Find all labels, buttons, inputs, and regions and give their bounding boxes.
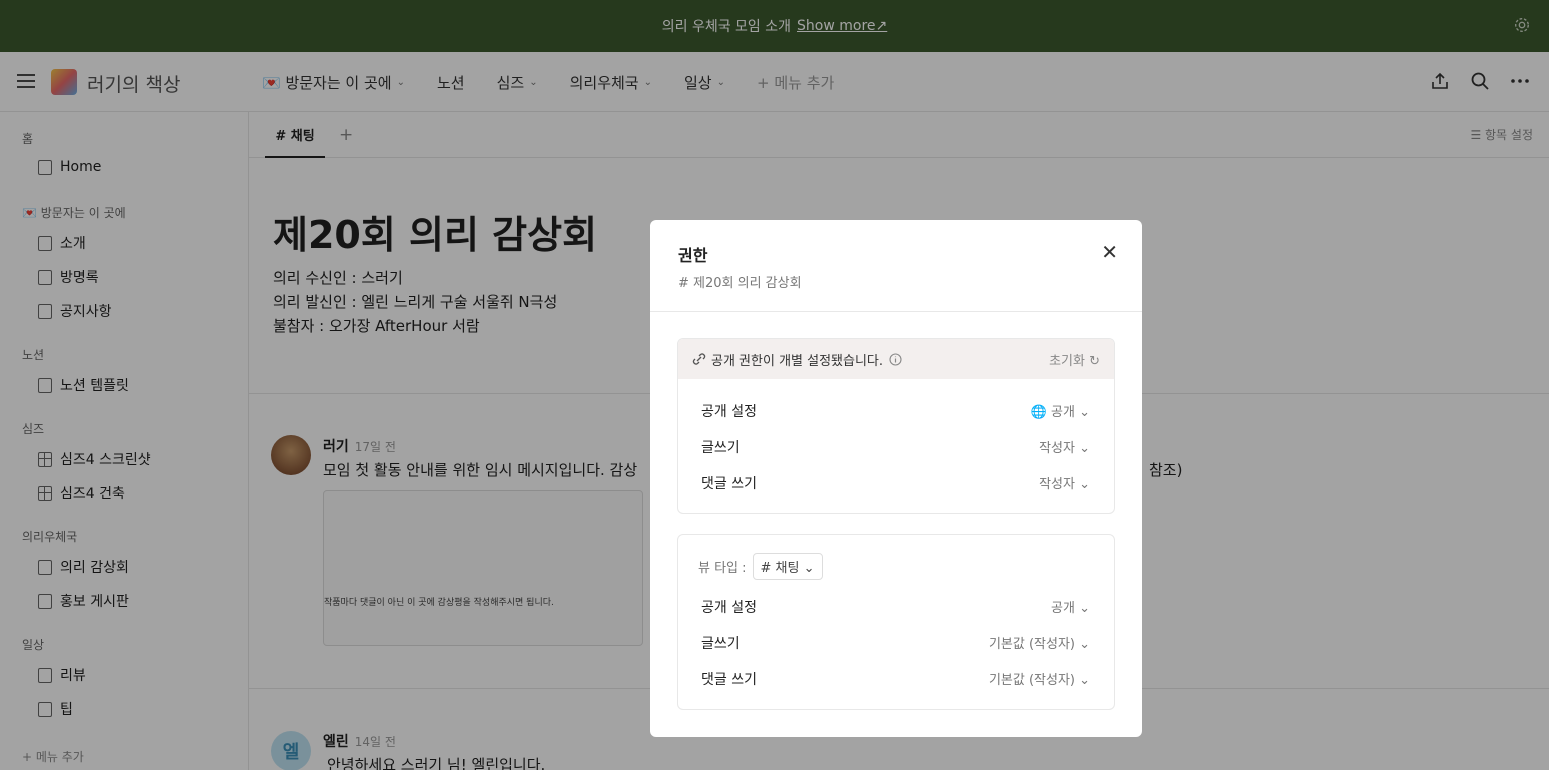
write-permission-select[interactable]: 기본값 (작성자) ⌄ [989, 633, 1090, 653]
view-type-row: 뷰 타입 : # 채팅 ⌄ [698, 553, 823, 580]
reset-label: 초기화 [1049, 353, 1085, 369]
refresh-icon: ↻ [1089, 353, 1100, 369]
override-notice: 공개 권한이 개별 설정됐습니다. 초기화 ↻ [678, 339, 1114, 379]
modal-subtitle: # 제20회 의리 감상회 [678, 276, 802, 291]
view-type-label: 뷰 타입 : [698, 561, 747, 576]
visibility-select[interactable]: 🌐 공개 ⌄ [1031, 401, 1090, 421]
setting-label: 댓글 쓰기 [701, 476, 757, 492]
setting-row-comment: 댓글 쓰기 기본값 (작성자) ⌄ [701, 669, 1090, 689]
divider [650, 311, 1142, 312]
setting-row-write: 글쓰기 작성자 ⌄ [701, 437, 1090, 457]
setting-row-visibility: 공개 설정 공개 ⌄ [701, 597, 1090, 617]
setting-label: 글쓰기 [701, 440, 740, 456]
setting-row-visibility: 공개 설정 🌐 공개 ⌄ [701, 401, 1090, 421]
setting-label: 공개 설정 [701, 600, 757, 616]
setting-label: 댓글 쓰기 [701, 672, 757, 688]
write-permission-select[interactable]: 작성자 ⌄ [1039, 437, 1090, 457]
comment-permission-select[interactable]: 기본값 (작성자) ⌄ [989, 669, 1090, 689]
setting-row-comment: 댓글 쓰기 작성자 ⌄ [701, 473, 1090, 493]
view-type-select[interactable]: # 채팅 ⌄ [752, 553, 823, 580]
visibility-select[interactable]: 공개 ⌄ [1051, 597, 1090, 617]
modal-title: 권한 [678, 246, 708, 265]
comment-permission-select[interactable]: 작성자 ⌄ [1039, 473, 1090, 493]
permission-override-box: 공개 권한이 개별 설정됐습니다. 초기화 ↻ 공개 설정 🌐 공개 ⌄ 글쓰기 작… [677, 338, 1115, 514]
setting-label: 공개 설정 [701, 404, 757, 420]
unlink-icon [692, 353, 706, 365]
setting-row-write: 글쓰기 기본값 (작성자) ⌄ [701, 633, 1090, 653]
close-icon[interactable]: ✕ [1101, 240, 1118, 264]
setting-label: 글쓰기 [701, 636, 740, 652]
reset-button[interactable]: 초기화 ↻ [1049, 350, 1100, 369]
permissions-modal: 권한 # 제20회 의리 감상회 ✕ 공개 권한이 개별 설정됐습니다. 초기화… [650, 220, 1142, 737]
override-notice-text: 공개 권한이 개별 설정됐습니다. [711, 353, 884, 369]
info-icon[interactable] [889, 352, 902, 366]
view-type-permission-box: 뷰 타입 : # 채팅 ⌄ 공개 설정 공개 ⌄ 글쓰기 기본값 (작성자) ⌄ 댓… [677, 534, 1115, 710]
